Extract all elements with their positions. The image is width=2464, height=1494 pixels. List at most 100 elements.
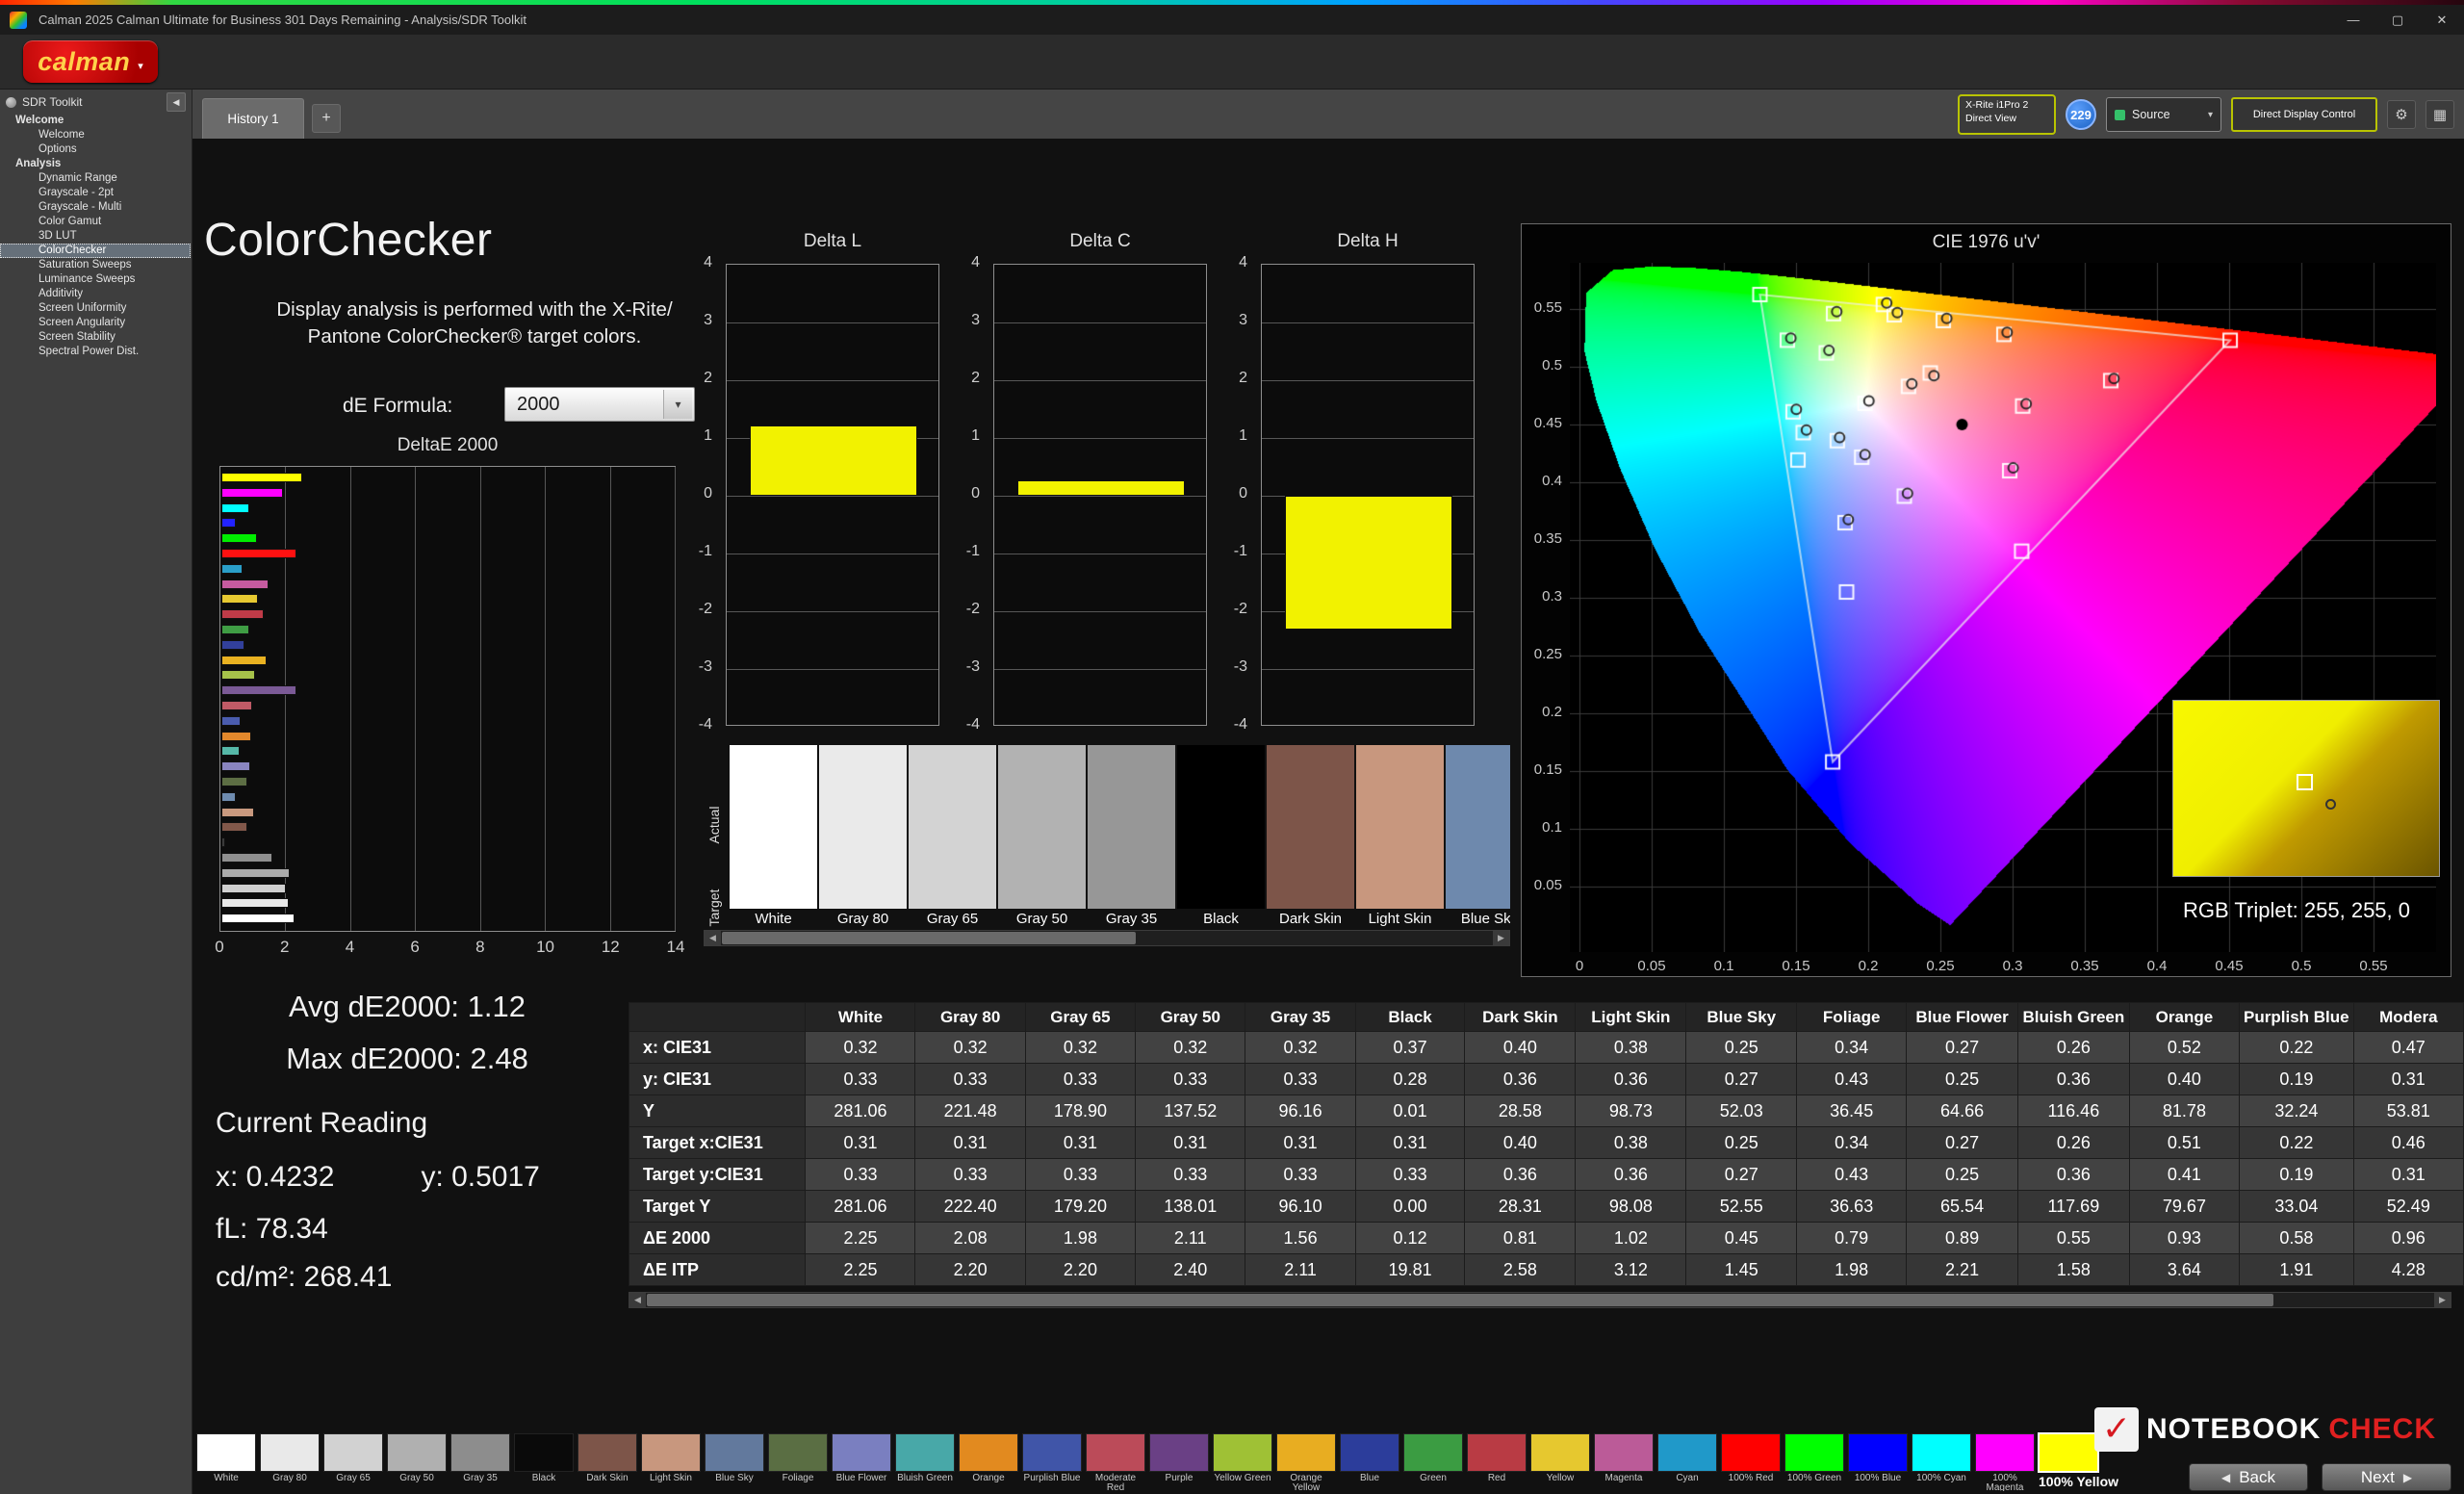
patch-color: [578, 1433, 637, 1472]
tab-history-1[interactable]: History 1: [202, 98, 304, 139]
sidebar-item-additivity[interactable]: Additivity: [0, 287, 191, 301]
swatch-white: White: [730, 745, 817, 927]
table-cell: 178.90: [1025, 1095, 1135, 1127]
back-arrow-icon: ◀: [2221, 1471, 2230, 1484]
swatch-tiles: WhiteGray 80Gray 65Gray 50Gray 35BlackDa…: [730, 745, 1510, 927]
delta-l-chart: Delta L 43210-1-2-3-4: [683, 231, 953, 751]
deltae-xtick: 12: [599, 938, 622, 957]
table-cell: 0.33: [1245, 1159, 1355, 1191]
table-cell: 0.33: [915, 1159, 1025, 1191]
deltae-bar-orange-yellow: [221, 656, 267, 665]
close-button[interactable]: ✕: [2420, 5, 2464, 35]
delta-c-yaxis: 43210-1-2-3-4: [951, 231, 988, 751]
direct-display-control-button[interactable]: Direct Display Control: [2231, 97, 2377, 132]
deltae-bar-100-red: [221, 549, 296, 558]
table-scrollbar-thumb[interactable]: [647, 1294, 2273, 1306]
patch-color: [705, 1433, 764, 1472]
swatch-label: Gray 65: [909, 909, 996, 927]
table-cell: 0.43: [1797, 1159, 1907, 1191]
swatch-scrollbar-thumb[interactable]: [722, 932, 1136, 944]
sidebar-item-luminance-sweeps[interactable]: Luminance Sweeps: [0, 272, 191, 287]
table-cell: 1.45: [1686, 1254, 1797, 1286]
minimize-button[interactable]: —: [2331, 5, 2375, 35]
sidebar-item-grayscale-multi[interactable]: Grayscale - Multi: [0, 200, 191, 215]
table-row: Target x:CIE310.310.310.310.310.310.310.…: [629, 1127, 2464, 1159]
sidebar-item-welcome[interactable]: Welcome: [0, 128, 191, 142]
scroll-right-arrow-icon[interactable]: ▶: [1493, 931, 1509, 945]
sidebar-item-3d-lut[interactable]: 3D LUT: [0, 229, 191, 244]
maximize-button[interactable]: ▢: [2375, 5, 2420, 35]
delta-bar: [750, 425, 917, 496]
patch-label: Red: [1467, 1472, 1527, 1491]
swatch-label: Dark Skin: [1267, 909, 1354, 927]
deltae-xtick: 10: [534, 938, 557, 957]
sidebar-item-welcome[interactable]: Welcome: [0, 114, 191, 128]
patch-color: [1276, 1433, 1336, 1472]
swatch-gray-65: Gray 65: [909, 745, 996, 927]
table-cell: 0.52: [2129, 1032, 2239, 1064]
page-title: ColorChecker: [204, 214, 492, 267]
scroll-right-arrow-icon[interactable]: ▶: [2434, 1293, 2451, 1307]
titlebar: Calman 2025 Calman Ultimate for Business…: [0, 5, 2464, 35]
sidebar-item-screen-uniformity[interactable]: Screen Uniformity: [0, 301, 191, 316]
table-cell: 52.55: [1686, 1191, 1797, 1223]
chevron-down-icon: ▾: [2208, 110, 2213, 120]
cie-xtick-label: 0.15: [1773, 958, 1819, 974]
sidebar-item-grayscale-2pt[interactable]: Grayscale - 2pt: [0, 186, 191, 200]
table-cell: 2.25: [806, 1254, 915, 1286]
back-button[interactable]: ◀ Back: [2189, 1463, 2308, 1491]
meter-count-badge[interactable]: 229: [2066, 99, 2096, 130]
deltae-bar-red: [221, 609, 264, 619]
next-button[interactable]: Next ▶: [2322, 1463, 2451, 1491]
table-cell: 0.32: [1245, 1032, 1355, 1064]
layout-grid-icon[interactable]: ▦: [2426, 100, 2454, 129]
sidebar-item-dynamic-range[interactable]: Dynamic Range: [0, 171, 191, 186]
meter-button[interactable]: X-Rite i1Pro 2 Direct View: [1958, 94, 2056, 135]
collapse-sidebar-button[interactable]: ◀: [167, 92, 186, 112]
table-cell: 81.78: [2129, 1095, 2239, 1127]
patch-label: Gray 35: [450, 1472, 510, 1491]
delta-gridline: [994, 611, 1206, 612]
page-description: Display analysis is performed with the X…: [229, 296, 720, 350]
deltae-bar-yellow: [221, 594, 258, 604]
window-title: Calman 2025 Calman Ultimate for Business…: [38, 13, 526, 27]
scroll-left-arrow-icon[interactable]: ◀: [705, 931, 721, 945]
table-cell: 0.46: [2353, 1127, 2463, 1159]
swatch-color: [909, 745, 996, 909]
cie-xtick-label: 0.5: [2278, 958, 2324, 974]
table-cell: 0.32: [1025, 1032, 1135, 1064]
calman-menu-button[interactable]: calman ▾: [23, 40, 158, 83]
delta-ytick: -3: [951, 658, 980, 676]
sidebar-item-spectral-power-dist[interactable]: Spectral Power Dist.: [0, 345, 191, 359]
table-cell: 0.31: [2353, 1159, 2463, 1191]
source-dropdown[interactable]: Source ▾: [2106, 97, 2221, 132]
table-col-header: Dark Skin: [1465, 1003, 1576, 1032]
sidebar-item-analysis[interactable]: Analysis: [0, 157, 191, 171]
de-formula-select[interactable]: 2000 ▾: [504, 387, 695, 422]
table-scrollbar[interactable]: ◀ ▶: [629, 1292, 2451, 1308]
patch-label: Blue: [1340, 1472, 1399, 1491]
deltae-gridline: [350, 467, 351, 931]
patch-sequence-strip: WhiteGray 80Gray 65Gray 50Gray 35BlackDa…: [196, 1433, 2098, 1491]
scroll-left-arrow-icon[interactable]: ◀: [629, 1293, 646, 1307]
table-cell: 65.54: [1907, 1191, 2018, 1223]
table-cell: 137.52: [1136, 1095, 1245, 1127]
delta-gridline: [994, 438, 1206, 439]
sidebar-item-colorchecker[interactable]: ColorChecker: [0, 244, 191, 258]
table-cell: 0.43: [1797, 1064, 1907, 1095]
sidebar-item-saturation-sweeps[interactable]: Saturation Sweeps: [0, 258, 191, 272]
patch-color: [641, 1433, 701, 1472]
table-cell: 0.31: [1245, 1127, 1355, 1159]
swatch-scrollbar[interactable]: ◀ ▶: [704, 930, 1510, 946]
patch-100-red: 100% Red: [1721, 1433, 1781, 1491]
add-tab-button[interactable]: +: [312, 104, 341, 133]
sidebar-item-screen-angularity[interactable]: Screen Angularity: [0, 316, 191, 330]
gear-icon[interactable]: ⚙: [2387, 100, 2416, 129]
table-cell: 0.38: [1576, 1032, 1686, 1064]
sidebar-item-options[interactable]: Options: [0, 142, 191, 157]
sidebar-item-color-gamut[interactable]: Color Gamut: [0, 215, 191, 229]
table-cell: 0.32: [915, 1032, 1025, 1064]
de-formula-label: dE Formula:: [343, 395, 452, 418]
sidebar-item-screen-stability[interactable]: Screen Stability: [0, 330, 191, 345]
deltae-bar-blue: [221, 640, 244, 650]
